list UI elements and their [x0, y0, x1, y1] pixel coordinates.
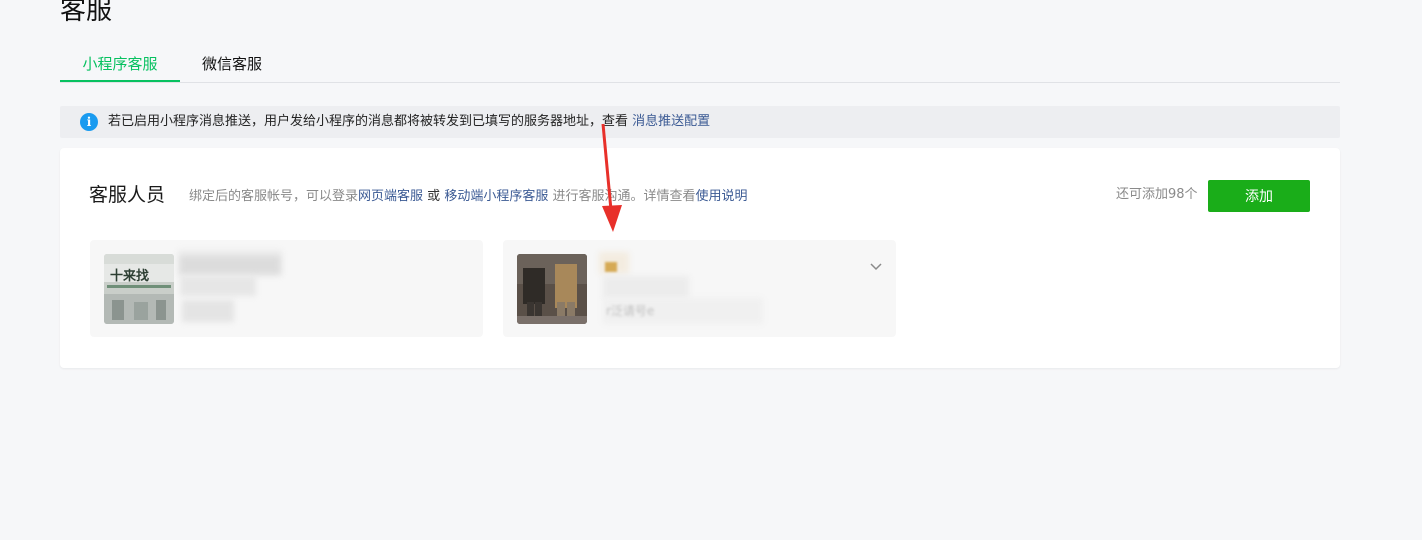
message-push-config-link[interactable]: 消息推送配置: [632, 114, 710, 129]
web-service-link[interactable]: 网页端客服: [358, 189, 423, 204]
agent-card[interactable]: r泛请号e: [503, 240, 896, 337]
staff-panel: 客服人员 绑定后的客服帐号，可以登录网页端客服 或 移动端小程序客服 进行客服沟…: [60, 148, 1340, 368]
page-title: 客服: [60, 0, 113, 26]
notice-text: 若已启用小程序消息推送，用户发给小程序的消息都将被转发到已填写的服务器地址，查看…: [108, 114, 711, 129]
blurred-name-accent: [605, 262, 617, 272]
agent-card[interactable]: 十来找: [90, 240, 483, 337]
chevron-down-icon[interactable]: [870, 262, 882, 272]
mobile-service-link[interactable]: 移动端小程序客服: [444, 189, 548, 204]
tab-wechat-service[interactable]: 微信客服: [200, 52, 264, 81]
blurred-status: [180, 276, 256, 296]
staff-description: 绑定后的客服帐号，可以登录网页端客服 或 移动端小程序客服 进行客服沟通。详情查…: [189, 189, 748, 204]
svg-text:十来找: 十来找: [110, 268, 149, 284]
notice-banner: i 若已启用小程序消息推送，用户发给小程序的消息都将被转发到已填写的服务器地址，…: [60, 106, 1340, 138]
agent-note: r泛请号e: [606, 304, 655, 318]
staff-section-title: 客服人员: [89, 184, 166, 206]
avatar: 十来找: [104, 254, 174, 324]
blurred-account: [182, 300, 234, 322]
tab-bar: 小程序客服 微信客服: [60, 52, 1340, 83]
remaining-count: 还可添加98个: [1116, 187, 1198, 202]
tab-miniprogram-service[interactable]: 小程序客服: [60, 52, 180, 82]
usage-guide-link[interactable]: 使用说明: [696, 189, 748, 204]
blurred-name-shade: [180, 256, 280, 274]
info-icon: i: [80, 113, 98, 131]
blurred-status: [603, 276, 689, 298]
add-staff-button[interactable]: 添加: [1208, 180, 1310, 212]
avatar: [517, 254, 587, 324]
